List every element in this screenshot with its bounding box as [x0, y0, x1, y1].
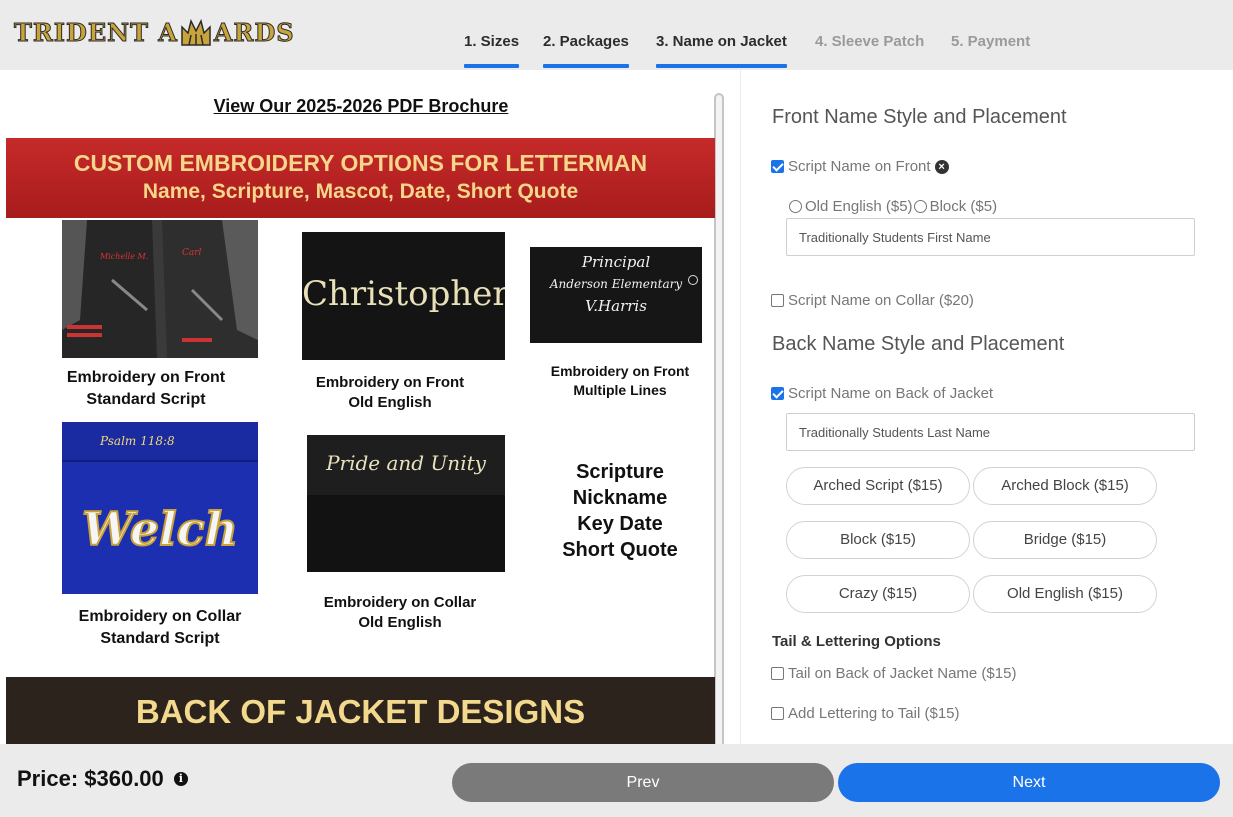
arched-block-button[interactable]: Arched Block ($15): [973, 467, 1157, 505]
footer: Price: $360.00 i Prev Next: [0, 744, 1233, 817]
scripture-item: Key Date: [577, 513, 663, 535]
step-name-on-jacket[interactable]: 3. Name on Jacket: [656, 33, 787, 68]
trident-crown-icon: [179, 17, 213, 47]
bridge-button[interactable]: Bridge ($15): [973, 521, 1157, 559]
tail-options-title: Tail & Lettering Options: [772, 633, 941, 650]
photo-text-3c: V.Harris: [585, 297, 647, 315]
tail-lettering-checkbox[interactable]: [771, 707, 784, 720]
price-text: Price: $360.00: [17, 766, 164, 791]
tail-back-checkbox[interactable]: [771, 667, 784, 680]
block-radio[interactable]: [913, 200, 927, 213]
photo-text-4b: Welch: [81, 501, 239, 557]
step-packages[interactable]: 2. Packages: [543, 33, 629, 68]
photo-text-2: Christopher: [302, 274, 505, 314]
tail-lettering-label: Add Lettering to Tail ($15): [788, 705, 960, 722]
caption-front-script: Embroidery on Front Standard Script: [40, 367, 252, 411]
old-english-label: Old English ($5): [805, 198, 913, 215]
caption-collar-old-english: Embroidery on Collar Old English: [300, 593, 500, 633]
tail-lettering-option[interactable]: Add Lettering to Tail ($15): [771, 705, 960, 722]
front-style-radios: Old English ($5) Block ($5): [789, 198, 997, 215]
first-name-input[interactable]: [786, 218, 1195, 256]
logo[interactable]: TRIDENT A ARDS: [14, 16, 295, 48]
logo-text-left: TRIDENT A: [14, 17, 178, 47]
photo-text-3a: Principal: [581, 253, 651, 271]
scripture-item: Nickname: [572, 487, 668, 509]
caption-line: Standard Script: [86, 391, 206, 408]
caption-front-multiline: Embroidery on Front Multiple Lines: [530, 362, 710, 400]
old-english-radio[interactable]: [789, 200, 802, 213]
caption-line: Old English: [348, 394, 432, 411]
banner-line-1: CUSTOM EMBROIDERY OPTIONS FOR LETTERMAN: [73, 150, 648, 176]
back-section-title: Back Name Style and Placement: [772, 333, 1065, 355]
photo-text-5: Pride and Unity: [326, 451, 486, 475]
example-photo-front-script: Michelle M. Carl: [62, 220, 258, 358]
brochure-panel: View Our 2025-2026 PDF Brochure CUSTOM E…: [0, 70, 740, 744]
price-display: Price: $360.00 i: [17, 766, 188, 792]
step-sleeve-patch[interactable]: 4. Sleeve Patch: [815, 33, 924, 50]
scripture-item: Scripture: [576, 461, 664, 483]
next-button[interactable]: Next: [838, 763, 1220, 802]
script-front-option[interactable]: Script Name on Front ×: [771, 158, 949, 175]
scripture-item: Short Quote: [562, 539, 678, 561]
caption-line: Multiple Lines: [573, 382, 667, 398]
caption-line: Embroidery on Collar: [323, 594, 477, 611]
script-collar-label: Script Name on Collar ($20): [788, 292, 974, 309]
caption-line: Old English: [358, 614, 442, 631]
pin-icon: [688, 275, 698, 285]
prev-button[interactable]: Prev: [452, 763, 834, 802]
block-label: Block ($5): [929, 198, 998, 215]
logo-text-right: ARDS: [213, 17, 295, 47]
back-designs-banner: BACK OF JACKET DESIGNS: [6, 677, 715, 744]
caption-line: Standard Script: [100, 630, 220, 647]
photo-text-1b: Carl: [182, 248, 202, 258]
block-button[interactable]: Block ($15): [786, 521, 970, 559]
script-back-checkbox[interactable]: [771, 387, 784, 400]
tail-back-label: Tail on Back of Jacket Name ($15): [788, 665, 1017, 682]
script-back-option[interactable]: Script Name on Back of Jacket: [771, 385, 993, 402]
example-photo-front-old-english: Christopher: [302, 232, 505, 360]
photo-text-3b: Anderson Elementary: [549, 277, 683, 291]
script-collar-option[interactable]: Script Name on Collar ($20): [771, 292, 974, 309]
old-english-button[interactable]: Old English ($15): [973, 575, 1157, 613]
banner-line-2: Name, Scripture, Mascot, Date, Short Quo…: [142, 180, 579, 203]
example-photo-collar-old-english: Pride and Unity: [307, 435, 505, 572]
tail-back-option[interactable]: Tail on Back of Jacket Name ($15): [771, 665, 1016, 682]
embroidery-banner: CUSTOM EMBROIDERY OPTIONS FOR LETTERMAN …: [6, 138, 715, 218]
caption-line: Embroidery on Front: [315, 374, 465, 391]
script-back-label: Script Name on Back of Jacket: [788, 385, 994, 402]
scripture-options-list: Scripture Nickname Key Date Short Quote: [530, 459, 710, 563]
step-payment[interactable]: 5. Payment: [951, 33, 1030, 50]
caption-line: Embroidery on Front: [66, 369, 226, 386]
caption-line: Embroidery on Front: [550, 363, 690, 379]
photo-text-4a: Psalm 118:8: [100, 434, 175, 448]
brochure-scrollbar[interactable]: [714, 93, 724, 744]
script-front-checkbox[interactable]: [771, 160, 784, 173]
caption-front-old-english: Embroidery on Front Old English: [290, 373, 490, 413]
caption-line: Embroidery on Collar: [78, 608, 242, 625]
step-sizes[interactable]: 1. Sizes: [464, 33, 520, 68]
script-front-label: Script Name on Front: [788, 158, 931, 175]
photo-text-1a: Michelle M.: [100, 252, 149, 261]
brochure-link[interactable]: View Our 2025-2026 PDF Brochure: [0, 96, 722, 117]
script-collar-checkbox[interactable]: [771, 294, 784, 307]
options-panel: Front Name Style and Placement Script Na…: [741, 70, 1233, 744]
crazy-button[interactable]: Crazy ($15): [786, 575, 970, 613]
arched-script-button[interactable]: Arched Script ($15): [786, 467, 970, 505]
last-name-input[interactable]: [786, 413, 1195, 451]
remove-icon[interactable]: ×: [934, 159, 949, 174]
caption-collar-script: Embroidery on Collar Standard Script: [40, 606, 280, 650]
header: TRIDENT A ARDS 1. Sizes 2. Packages 3. N…: [0, 0, 1233, 70]
example-photo-collar-script: Psalm 118:8 Welch: [62, 422, 258, 594]
front-section-title: Front Name Style and Placement: [772, 106, 1067, 128]
example-photo-front-multiline: Principal Anderson Elementary V.Harris: [530, 247, 702, 343]
info-icon[interactable]: i: [173, 772, 188, 786]
